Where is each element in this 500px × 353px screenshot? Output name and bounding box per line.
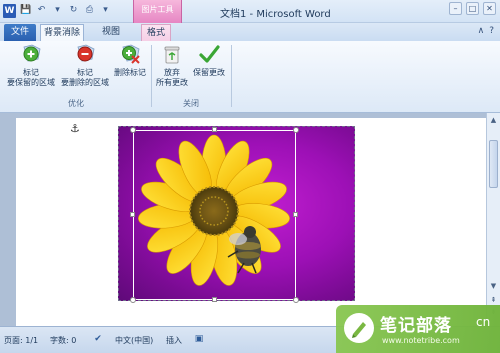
save-icon[interactable]: 💾 bbox=[20, 4, 31, 16]
mark-remove-label-line2: 要删除的区域 bbox=[61, 78, 109, 87]
mark-areas-to-remove-button[interactable]: 标记 要删除的区域 bbox=[58, 43, 112, 88]
title-bar: W 💾 ↶ ▾ ↻ ⎙ ▾ 图片工具 文档1 - Microsoft Word … bbox=[0, 0, 500, 23]
window-controls: – □ ✕ bbox=[449, 2, 496, 15]
minus-icon bbox=[77, 44, 95, 62]
resize-handle[interactable] bbox=[293, 212, 298, 217]
minimize-ribbon-icon[interactable]: ∧ bbox=[478, 26, 485, 36]
help-icon[interactable]: ? bbox=[489, 26, 494, 36]
picture-tools-context-tab: 图片工具 bbox=[133, 0, 182, 23]
scroll-thumb[interactable] bbox=[489, 140, 498, 188]
resize-handle[interactable] bbox=[212, 297, 217, 302]
picture-tools-label: 图片工具 bbox=[141, 5, 174, 14]
delete-mark-icon bbox=[122, 44, 140, 64]
undo-icon[interactable]: ↶ bbox=[36, 4, 47, 16]
mark-remove-label-line1: 标记 bbox=[77, 68, 93, 77]
word-count[interactable]: 字数: 0 bbox=[50, 335, 76, 346]
watermark-logo: 笔记部落 www.notetribe.com cn bbox=[336, 305, 500, 353]
plus-icon bbox=[23, 44, 41, 62]
group-separator bbox=[231, 45, 232, 107]
ribbon-right-controls: ∧ ? bbox=[478, 26, 494, 36]
keep-changes-button[interactable]: 保留更改 bbox=[190, 43, 228, 78]
minimize-button[interactable]: – bbox=[449, 2, 462, 15]
keep-changes-label: 保留更改 bbox=[193, 68, 225, 77]
keep-area-marquee[interactable] bbox=[133, 130, 296, 300]
maximize-button[interactable]: □ bbox=[466, 2, 479, 15]
resize-handle[interactable] bbox=[130, 297, 136, 303]
tab-background-removal[interactable]: 背景消除 bbox=[40, 24, 84, 41]
tab-format[interactable]: 格式 bbox=[141, 24, 171, 41]
macro-record-icon[interactable]: ▣ bbox=[193, 333, 205, 345]
undo-dropdown-icon[interactable]: ▾ bbox=[52, 4, 63, 16]
mark-areas-to-keep-button[interactable]: 标记 要保留的区域 bbox=[4, 43, 58, 88]
resize-handle[interactable] bbox=[130, 212, 135, 217]
page-indicator[interactable]: 页面: 1/1 bbox=[4, 335, 38, 346]
delete-mark-button[interactable]: 删除标记 bbox=[112, 43, 148, 78]
discard-label-line2: 所有更改 bbox=[156, 78, 188, 87]
discard-all-changes-button[interactable]: 放弃 所有更改 bbox=[153, 43, 191, 88]
mark-keep-label-line2: 要保留的区域 bbox=[7, 78, 55, 87]
mark-keep-label-line1: 标记 bbox=[23, 68, 39, 77]
discard-icon bbox=[164, 46, 180, 64]
resize-handle[interactable] bbox=[130, 127, 136, 133]
resize-handle[interactable] bbox=[212, 127, 217, 132]
scroll-down-icon[interactable]: ▼ bbox=[488, 281, 499, 292]
ribbon-tabs: 文件 背景消除 视图 格式 ∧ ? bbox=[0, 23, 500, 41]
tab-view[interactable]: 视图 bbox=[98, 24, 124, 41]
group-label-close: 关闭 bbox=[183, 99, 199, 108]
anchor-icon[interactable]: ⚓ bbox=[70, 122, 80, 135]
resize-handle[interactable] bbox=[293, 127, 299, 133]
pen-logo-icon bbox=[344, 313, 374, 343]
delete-mark-label: 删除标记 bbox=[114, 68, 146, 77]
print-icon[interactable]: ⎙ bbox=[84, 4, 95, 16]
watermark-url: www.notetribe.com bbox=[382, 336, 460, 345]
word-app-icon[interactable]: W bbox=[3, 4, 16, 18]
vertical-scrollbar[interactable]: ▲ ▼ ⇞ ⇟ bbox=[486, 113, 500, 326]
group-label-refine: 优化 bbox=[68, 99, 84, 108]
close-button[interactable]: ✕ bbox=[483, 2, 496, 15]
scroll-up-icon[interactable]: ▲ bbox=[488, 115, 499, 126]
redo-icon[interactable]: ↻ bbox=[68, 4, 79, 16]
watermark-title: 笔记部落 bbox=[380, 316, 452, 336]
watermark-suffix: cn bbox=[476, 315, 491, 329]
proofing-icon[interactable]: ✔ bbox=[92, 333, 104, 345]
tab-file[interactable]: 文件 bbox=[4, 24, 36, 41]
insert-mode-indicator[interactable]: 插入 bbox=[166, 335, 182, 346]
group-separator bbox=[151, 45, 152, 107]
window-title: 文档1 - Microsoft Word bbox=[220, 9, 331, 20]
language-indicator[interactable]: 中文(中国) bbox=[115, 335, 153, 346]
resize-handle[interactable] bbox=[293, 297, 299, 303]
discard-label-line1: 放弃 bbox=[164, 68, 180, 77]
quick-access-toolbar: 💾 ↶ ▾ ↻ ⎙ ▾ bbox=[20, 4, 111, 16]
ribbon-panel: 标记 要保留的区域 标记 要删除的区域 删除标记 优化 放弃 所有更改 保留更改… bbox=[0, 41, 500, 113]
customize-qat-icon[interactable]: ▾ bbox=[100, 4, 111, 16]
checkmark-icon bbox=[199, 45, 220, 63]
